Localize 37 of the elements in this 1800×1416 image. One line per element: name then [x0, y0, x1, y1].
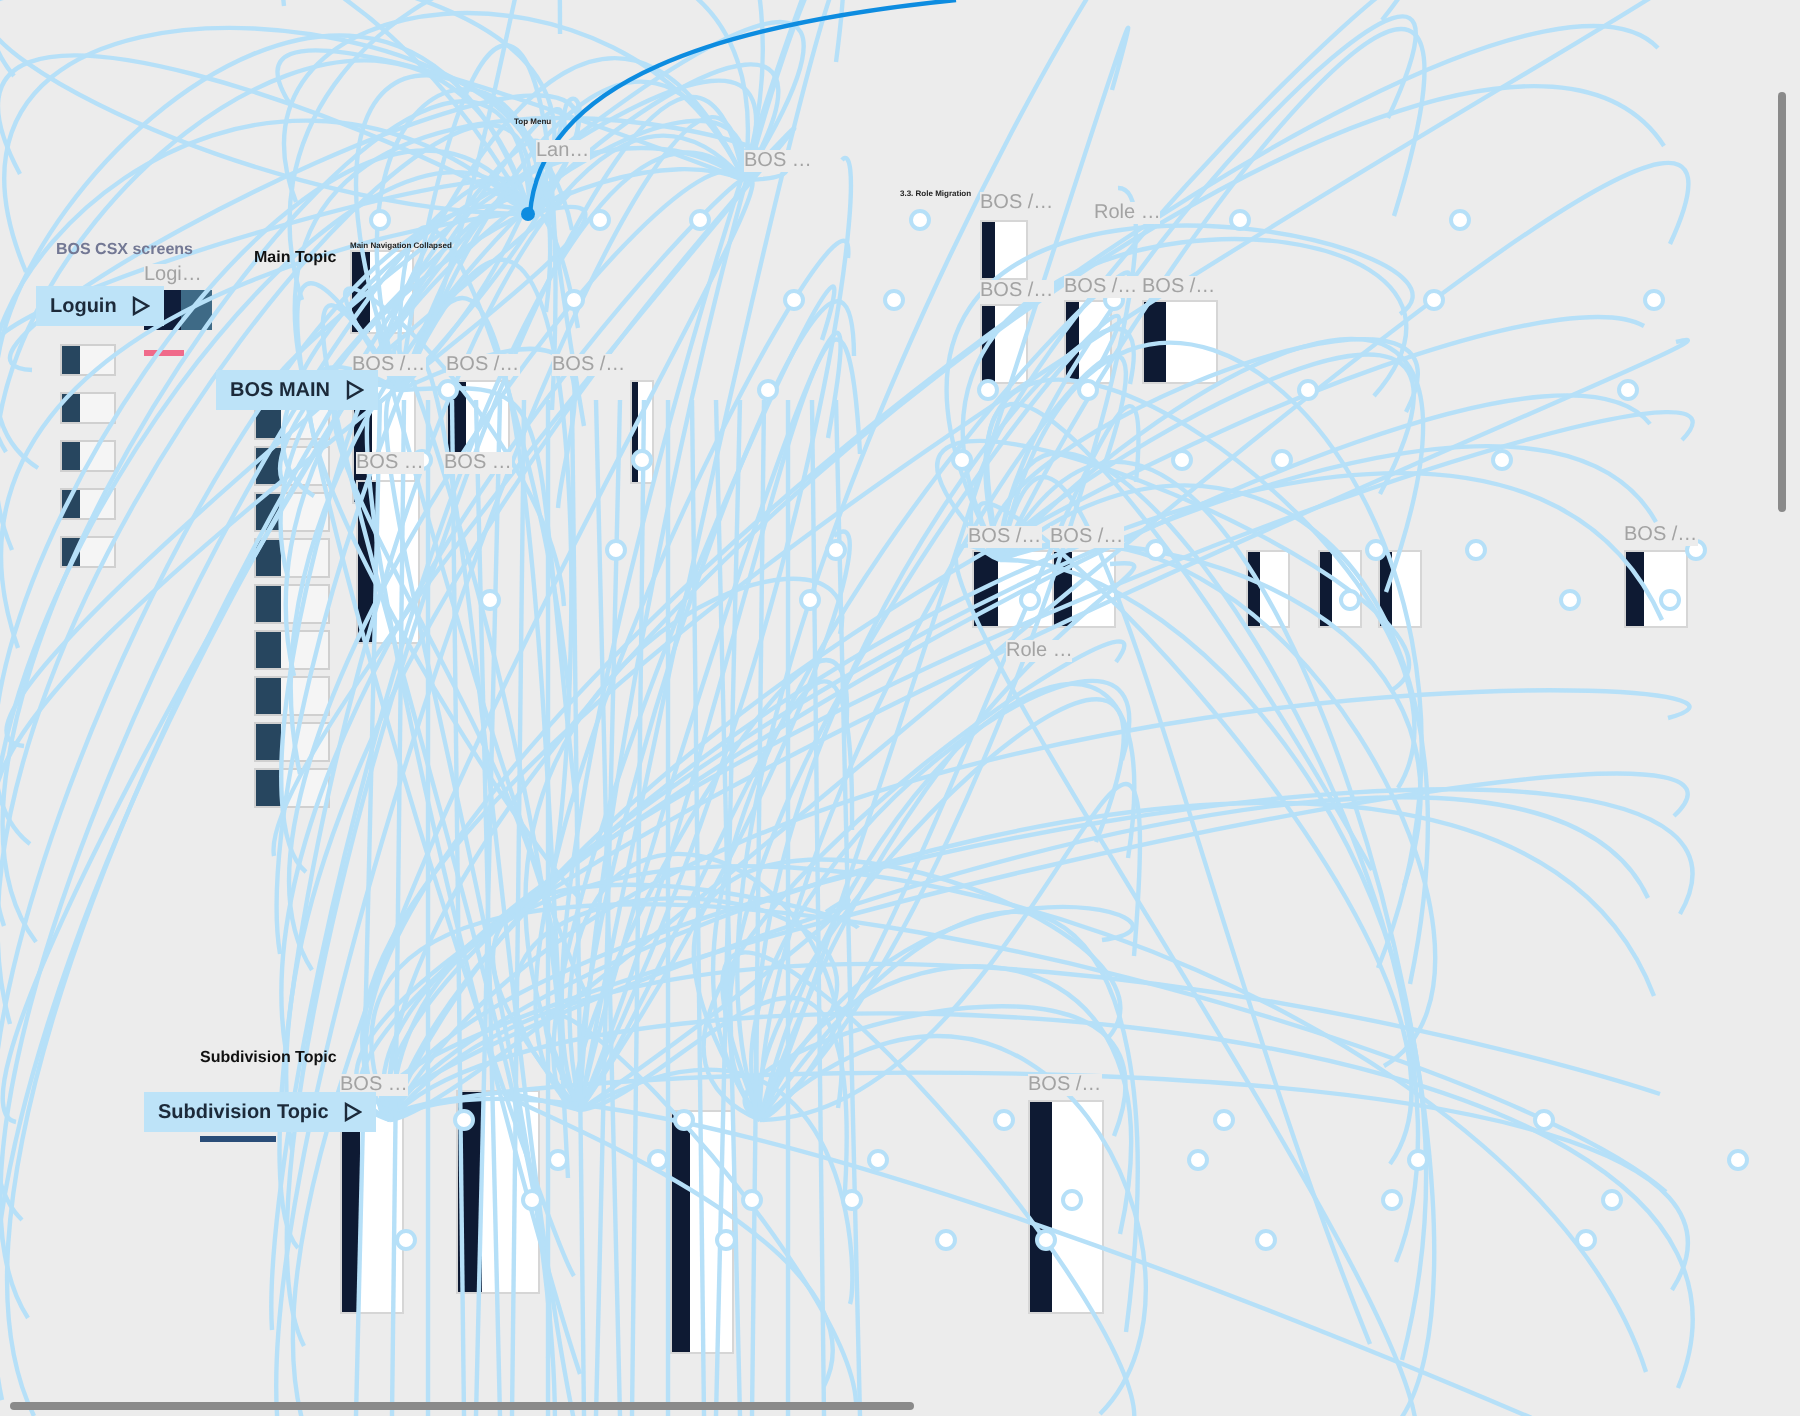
screen-thumbnail — [60, 344, 116, 376]
frame-label[interactable]: BOS /… — [980, 192, 1054, 214]
frame-label[interactable]: BOS /… — [352, 354, 426, 376]
frame-label[interactable]: Role … — [1094, 202, 1161, 224]
frame-label[interactable]: BOS /… — [1624, 524, 1698, 546]
screen-thumbnail — [60, 392, 116, 424]
section-title: Subdivision Topic — [200, 1048, 337, 1066]
screen-thumbnail — [60, 440, 116, 472]
frame-thumbnail — [980, 220, 1028, 280]
frame-label[interactable]: Logi… — [144, 264, 202, 286]
frame-label[interactable]: BOS … — [444, 452, 512, 474]
scrollbar[interactable] — [10, 1402, 914, 1410]
frame-label[interactable]: BOS /… — [1028, 1074, 1102, 1096]
frame-label[interactable]: BOS … — [356, 452, 424, 474]
frame-label[interactable]: BOS /… — [980, 280, 1054, 302]
frame-label[interactable]: BOS … — [744, 150, 812, 172]
frame-label[interactable]: Lan… — [536, 140, 590, 162]
frame-label[interactable]: BOS /… — [1064, 276, 1138, 298]
flow-start-button[interactable]: BOS MAIN — [216, 370, 378, 410]
frame-label[interactable]: BOS /… — [968, 526, 1042, 548]
section-title: BOS CSX screens — [56, 240, 193, 258]
underline-bar — [200, 1136, 276, 1142]
play-icon — [132, 296, 151, 316]
flow-start-button[interactable]: Subdivision Topic — [144, 1092, 377, 1132]
scrollbar[interactable] — [1778, 92, 1786, 512]
frame-label[interactable]: BOS … — [340, 1074, 408, 1096]
highlight-bar — [144, 350, 184, 356]
flow-start-button[interactable]: Loguin — [36, 286, 165, 326]
frame-label[interactable]: BOS /… — [552, 354, 626, 376]
play-icon — [346, 380, 364, 400]
frame-label[interactable]: BOS /… — [1050, 526, 1124, 548]
play-icon — [344, 1102, 363, 1122]
frame-label[interactable]: BOS /… — [446, 354, 520, 376]
frame-label[interactable]: BOS /… — [1142, 276, 1216, 298]
frame-thumbnail — [1142, 300, 1218, 384]
frame-label[interactable]: Role … — [1006, 640, 1073, 662]
section-title: Main Topic — [254, 248, 337, 266]
